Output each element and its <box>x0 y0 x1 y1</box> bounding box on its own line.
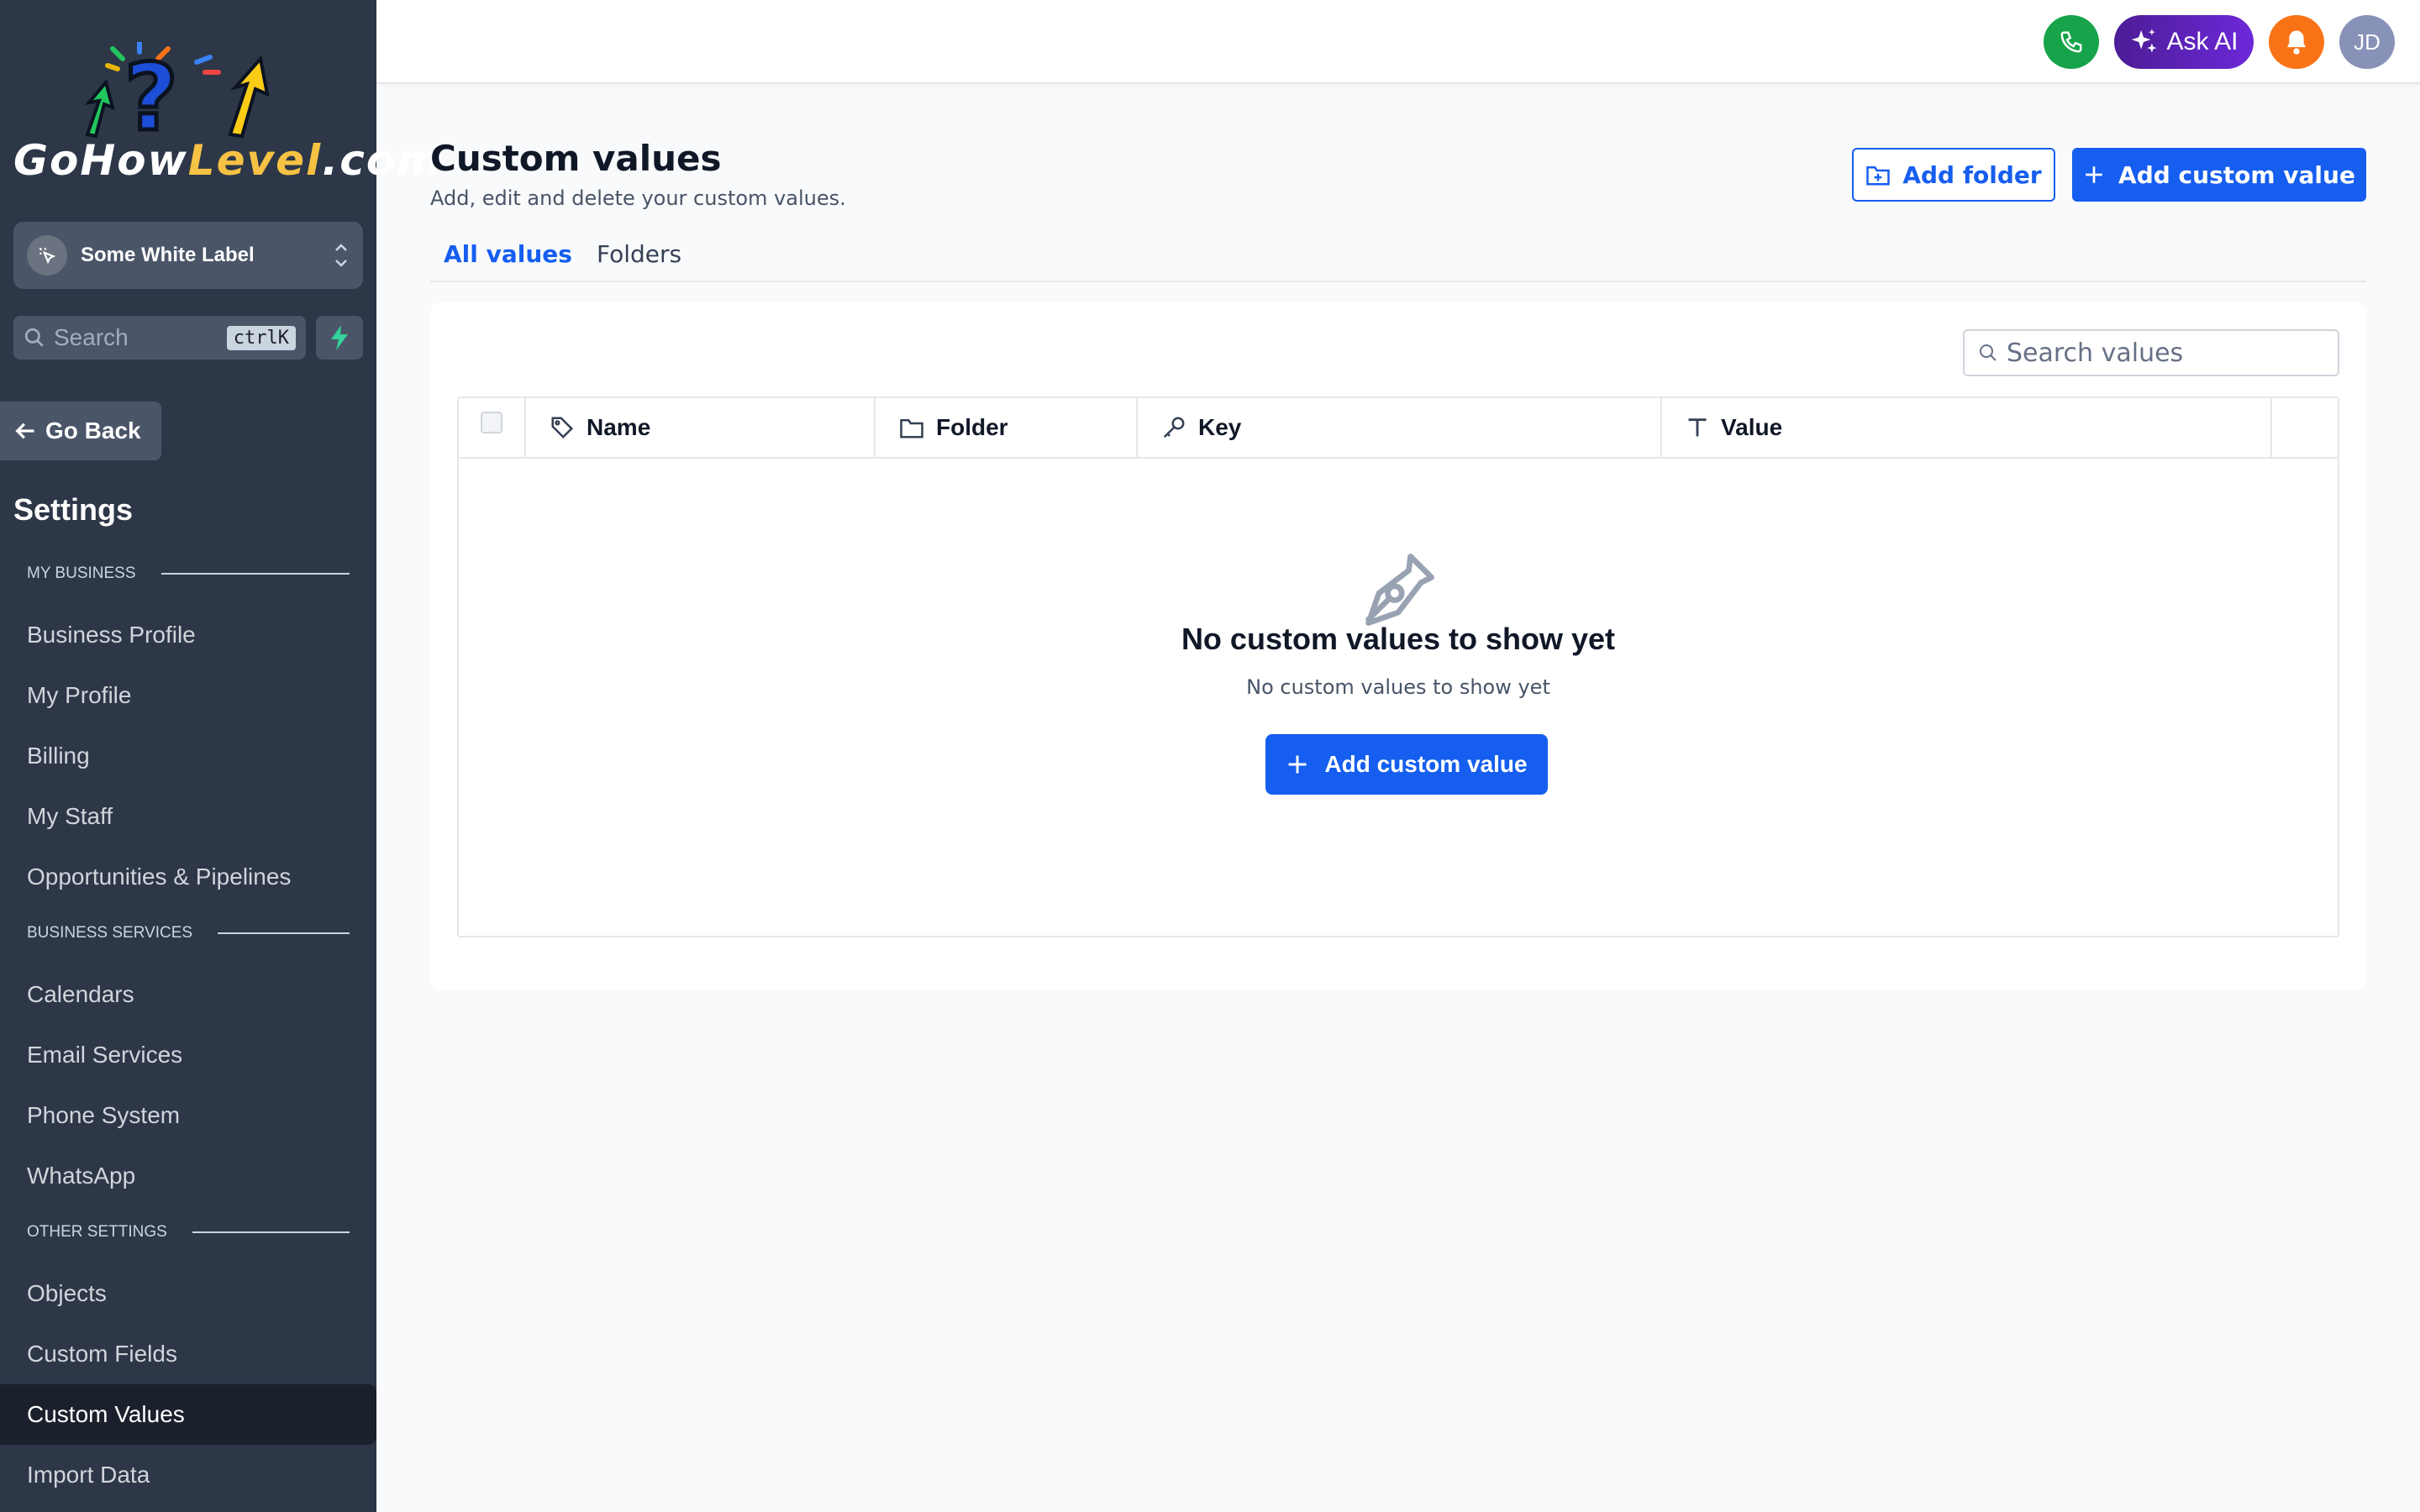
sidebar-item-opportunities-pipelines[interactable]: Opportunities & Pipelines <box>0 847 376 907</box>
pen-tool-icon <box>1365 554 1434 626</box>
brand-logo[interactable]: ? GoHowLevel.com <box>12 42 440 185</box>
add-folder-label: Add folder <box>1902 160 2042 189</box>
sidebar-item-objects[interactable]: Objects <box>0 1263 376 1324</box>
go-back-button[interactable]: Go Back <box>0 402 161 460</box>
empty-add-custom-value-button[interactable]: Add custom value <box>1265 734 1548 795</box>
search-label: Search <box>54 324 129 350</box>
phone-icon <box>2060 31 2082 53</box>
search-values-input[interactable] <box>2007 338 2326 368</box>
quick-actions-button[interactable] <box>316 316 363 360</box>
column-header-name[interactable]: Name <box>526 398 876 457</box>
go-back-label: Go Back <box>45 417 141 444</box>
folder-icon <box>900 419 923 438</box>
empty-state-title: No custom values to show yet <box>1181 622 1616 656</box>
search-icon <box>1980 344 1996 361</box>
chevron-up-down-icon <box>333 241 350 270</box>
sidebar: ? GoHowLevel.com Some White Label Search… <box>0 0 440 1512</box>
key-icon <box>1163 417 1185 438</box>
sidebar-item-billing[interactable]: Billing <box>0 726 376 786</box>
search-icon <box>24 328 44 347</box>
ask-ai-label: Ask AI <box>2166 28 2238 55</box>
sparkles-icon <box>2132 29 2158 53</box>
folder-plus-icon <box>1866 166 1891 186</box>
empty-state-subtitle: No custom values to show yet <box>1246 675 1550 699</box>
tab-folders[interactable]: Folders <box>597 240 681 268</box>
sidebar-search[interactable]: Search ctrlK <box>13 316 306 360</box>
account-switcher[interactable]: Some White Label <box>13 222 363 289</box>
sidebar-item-my-staff[interactable]: My Staff <box>0 786 376 847</box>
section-heading-business-services: BUSINESS SERVICES <box>27 924 350 942</box>
add-custom-value-label: Add custom value <box>2118 160 2355 189</box>
select-all-checkbox[interactable] <box>481 412 502 433</box>
phone-button[interactable] <box>2044 15 2099 69</box>
bell-icon <box>2286 30 2307 55</box>
user-avatar[interactable]: JD <box>2339 15 2395 69</box>
text-type-icon <box>1688 418 1707 437</box>
svg-text:?: ? <box>124 44 178 143</box>
custom-values-table: Name Folder Key Value No custom values t… <box>457 396 2339 937</box>
lightning-icon <box>331 325 348 350</box>
pointer-icon <box>27 235 67 276</box>
add-folder-button[interactable]: Add folder <box>1852 148 2055 202</box>
top-bar: Ask AI JD <box>376 0 2420 84</box>
sidebar-item-my-profile[interactable]: My Profile <box>0 665 376 726</box>
page-subtitle: Add, edit and delete your custom values. <box>430 186 846 210</box>
tag-icon <box>551 417 574 439</box>
sidebar-item-calendars[interactable]: Calendars <box>0 964 376 1025</box>
shortcut-badge: ctrlK <box>226 325 296 350</box>
search-values-field[interactable] <box>1963 329 2339 376</box>
plus-icon <box>2086 166 2102 183</box>
column-header-value[interactable]: Value <box>1662 398 2272 457</box>
sidebar-item-whatsapp[interactable]: WhatsApp <box>0 1146 376 1206</box>
notifications-button[interactable] <box>2269 15 2324 69</box>
custom-values-card: Name Folder Key Value No custom values t… <box>430 302 2366 990</box>
tab-all-values[interactable]: All values <box>444 240 572 268</box>
table-header: Name Folder Key Value <box>459 398 2338 459</box>
sidebar-item-import-data[interactable]: Import Data <box>0 1445 376 1505</box>
column-header-folder[interactable]: Folder <box>876 398 1138 457</box>
column-header-key[interactable]: Key <box>1138 398 1662 457</box>
logo-icon: ? <box>85 42 270 143</box>
section-heading-my-business: MY BUSINESS <box>27 564 350 583</box>
sidebar-item-phone-system[interactable]: Phone System <box>0 1085 376 1146</box>
empty-add-button-label: Add custom value <box>1324 751 1528 777</box>
settings-title: Settings <box>13 492 134 527</box>
sidebar-item-custom-fields[interactable]: Custom Fields <box>0 1324 376 1384</box>
arrow-left-icon <box>15 423 34 439</box>
sidebar-item-custom-values[interactable]: Custom Values <box>0 1384 376 1445</box>
page-title: Custom values <box>430 138 722 179</box>
plus-icon <box>1288 755 1307 774</box>
account-name: Some White Label <box>81 244 255 266</box>
ask-ai-button[interactable]: Ask AI <box>2114 15 2254 69</box>
add-custom-value-button[interactable]: Add custom value <box>2072 148 2366 202</box>
sidebar-item-business-profile[interactable]: Business Profile <box>0 605 376 665</box>
tab-bar: All values Folders <box>430 240 2366 282</box>
sidebar-item-email-services[interactable]: Email Services <box>0 1025 376 1085</box>
select-all-cell <box>459 398 526 457</box>
section-heading-other-settings: OTHER SETTINGS <box>27 1223 350 1242</box>
logo-wordmark: GoHowLevel.com <box>13 136 443 185</box>
